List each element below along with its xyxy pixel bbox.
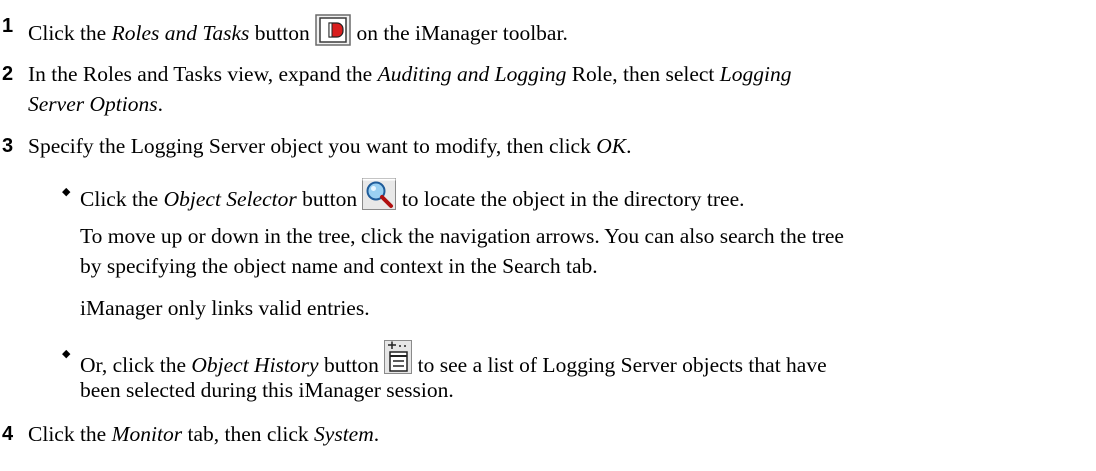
bullet-marker: ◆ [62,347,71,360]
bullet-text-line-1: Or, click the Object History button to s… [80,340,827,381]
ui-term: Object Selector [163,187,297,211]
bullet-paragraph-2: iManager only links valid entries. [80,296,370,320]
bullet-text: Click the Object Selector button to loca… [80,178,744,217]
bullet-text-line-2: been selected during this iManager sessi… [80,378,454,402]
bullet-marker: ◆ [62,185,71,198]
step-text: Click the Roles and Tasks button on the … [28,14,568,53]
roles-and-tasks-icon [315,14,351,53]
step-number: 1 [2,15,14,37]
ui-term: System [314,422,374,446]
ui-term: OK [596,134,627,158]
object-history-icon [384,340,413,381]
magnifier-icon [362,178,397,217]
step-number: 3 [2,135,14,157]
bullet-paragraph-1-line-1: To move up or down in the tree, click th… [80,224,844,248]
bullet-paragraph-1-line-2: by specifying the object name and contex… [80,254,598,278]
ui-term: Auditing and Logging [377,62,567,86]
step-text: Click the Monitor tab, then click System… [28,422,380,446]
ui-term: Monitor [111,422,183,446]
ui-term: Server Options [28,92,158,116]
step-number: 4 [2,423,14,445]
step-number: 2 [2,63,14,85]
ui-term: Object History [191,353,319,377]
step-text-line-2: Server Options. [28,92,163,116]
ui-term: Logging [719,62,792,86]
ui-term: Roles and Tasks [111,21,250,45]
step-text: Specify the Logging Server object you wa… [28,134,632,158]
step-text-line-1: In the Roles and Tasks view, expand the … [28,62,792,86]
